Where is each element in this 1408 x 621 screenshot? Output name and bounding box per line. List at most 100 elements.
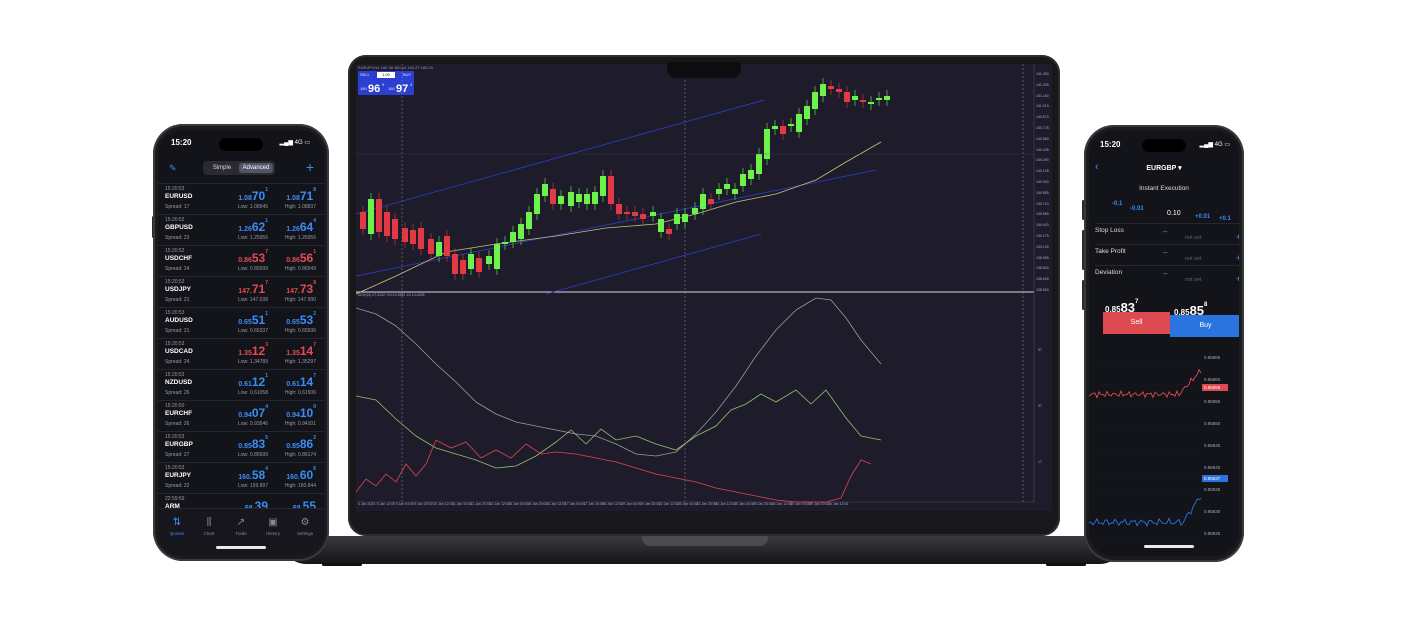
ask-price[interactable]: 0.94100 bbox=[286, 404, 316, 422]
ask-price[interactable]: 0.86561 bbox=[286, 249, 316, 267]
price-tick-label: 160.870 bbox=[1036, 115, 1049, 120]
sell-price-sup: 7 bbox=[1135, 299, 1139, 305]
ask-price[interactable]: 0.85862 bbox=[286, 435, 316, 453]
volume-value[interactable]: 0.10 bbox=[1167, 210, 1181, 217]
param-value[interactable]: not set bbox=[1185, 256, 1202, 262]
sell-button[interactable]: Sell bbox=[1103, 312, 1170, 334]
tick-chart[interactable] bbox=[1089, 341, 1239, 556]
decrease-button[interactable]: – bbox=[1163, 269, 1167, 278]
ask-sup: 2 bbox=[313, 311, 316, 317]
quote-row[interactable]: 15:20:52 GBPUSD Spread: 23 1.26621 1.26644 Lo… bbox=[158, 214, 324, 246]
candle-body bbox=[616, 204, 622, 214]
quote-row[interactable]: 15:20:53 USDJPY Spread: 21 147.717 147.738 Lo… bbox=[158, 276, 324, 308]
bid-price[interactable]: 0.86537 bbox=[238, 249, 268, 267]
camera-notch bbox=[667, 62, 741, 78]
order-param-row[interactable]: Deviation – not set + bbox=[1095, 265, 1239, 286]
volume-step-plus-0.01[interactable]: +0.01 bbox=[1195, 214, 1210, 220]
increase-button[interactable]: + bbox=[1236, 253, 1239, 263]
symbol-selector[interactable]: EURGBP ▾ bbox=[1089, 164, 1239, 172]
candle-body bbox=[748, 170, 754, 179]
quote-row[interactable]: 15:20:53 EURUSD Spread: 17 1.08701 1.08718 Lo… bbox=[158, 183, 324, 215]
ask-price[interactable]: 1.26644 bbox=[286, 218, 316, 236]
bid-prefix: 1.26 bbox=[238, 226, 252, 233]
candle-body bbox=[452, 254, 458, 274]
bid-big: 07 bbox=[251, 406, 266, 420]
volume-step-minus-0.1[interactable]: -0.1 bbox=[1112, 201, 1122, 207]
buy-button[interactable]: Buy bbox=[1170, 315, 1239, 337]
tab-trade[interactable]: ↗ Trade bbox=[226, 517, 256, 536]
candle-body bbox=[376, 199, 382, 232]
bid-price[interactable]: 147.717 bbox=[238, 280, 268, 298]
bid-prefix: 0.86 bbox=[238, 257, 252, 264]
execution-mode[interactable]: Instant Execution bbox=[1089, 185, 1239, 192]
volume-step-minus-0.01[interactable]: -0.01 bbox=[1130, 206, 1144, 212]
ask-prefix: 1.35 bbox=[286, 350, 300, 357]
quote-row[interactable]: 15:20:53 EURGBP Spread: 27 0.85835 0.85862 Lo… bbox=[158, 431, 324, 463]
candle-body bbox=[692, 208, 698, 214]
quote-row[interactable]: 15:20:53 NZDUSD Spread: 26 0.61121 0.61147 Lo… bbox=[158, 369, 324, 401]
edit-pencil-icon[interactable]: ✎ bbox=[169, 163, 177, 174]
tab-quotes[interactable]: ⇅ Quotes bbox=[162, 517, 192, 536]
param-value[interactable]: not set bbox=[1185, 235, 1202, 241]
quote-row[interactable]: 15:20:53 USDCAD Spread: 24 1.35123 1.35147 Lo… bbox=[158, 338, 324, 370]
bid-big: 12 bbox=[251, 344, 266, 358]
ask-price[interactable]: 0.61147 bbox=[286, 373, 316, 391]
quote-symbol: USDCAD bbox=[165, 348, 193, 355]
home-indicator[interactable] bbox=[216, 546, 266, 549]
quote-row[interactable]: 15:20:53 AUDUSD Spread: 21 0.65511 0.65532 Lo… bbox=[158, 307, 324, 339]
ask-price[interactable]: 1.35147 bbox=[286, 342, 316, 360]
ask-price[interactable]: 160.606 bbox=[286, 466, 316, 484]
ask-prefix: 1.26 bbox=[286, 226, 300, 233]
decrease-button[interactable]: – bbox=[1163, 227, 1167, 236]
ask-sup: 7 bbox=[313, 342, 316, 348]
quote-row[interactable]: 15:20:50 EURCHF Spread: 26 0.94074 0.94100 Lo… bbox=[158, 400, 324, 432]
time-tick-label: 4 Jan 2024 bbox=[358, 502, 376, 506]
bid-price[interactable]: 0.65511 bbox=[238, 311, 268, 329]
tab-history[interactable]: ▣ History bbox=[258, 517, 288, 536]
signal-icon: ▂▄▆ 4G ▭ bbox=[279, 140, 310, 146]
ask-price[interactable]: 1.08718 bbox=[286, 187, 316, 205]
chart-icon: ⫼ bbox=[206, 517, 212, 528]
bid-big: 70 bbox=[251, 189, 266, 203]
order-param-row[interactable]: Stop Loss – not set + bbox=[1095, 223, 1239, 244]
bid-price[interactable]: 0.61121 bbox=[238, 373, 268, 391]
price-tick-label: 158.840 bbox=[1036, 266, 1049, 271]
bid-price[interactable]: 1.35123 bbox=[238, 342, 268, 360]
add-symbol-plus-icon[interactable]: + bbox=[306, 159, 314, 175]
bid-prefix: 0.94 bbox=[238, 412, 252, 419]
increase-button[interactable]: + bbox=[1236, 274, 1239, 284]
candle-body bbox=[724, 184, 730, 189]
home-indicator[interactable] bbox=[1144, 545, 1194, 548]
bid-price[interactable]: 160.584 bbox=[238, 466, 268, 484]
candle-body bbox=[624, 212, 630, 214]
order-param-row[interactable]: Take Profit – not set + bbox=[1095, 244, 1239, 265]
candle-body bbox=[812, 92, 818, 109]
bid-prefix: 0.85 bbox=[238, 443, 252, 450]
ask-price[interactable]: 0.65532 bbox=[286, 311, 316, 329]
candle-body bbox=[608, 176, 614, 204]
decrease-button[interactable]: – bbox=[1163, 248, 1167, 257]
axis-tick-label: 0.85855 bbox=[1204, 399, 1221, 404]
mode-advanced[interactable]: Advanced bbox=[239, 163, 273, 173]
quote-row[interactable]: 15:20:52 USDCHF Spread: 24 0.86537 0.86561 Lo… bbox=[158, 245, 324, 277]
desktop-chart-window[interactable]: EURJPY,H4 160.38 160.44 160.27 160.29 SE… bbox=[356, 64, 1052, 511]
candle-body bbox=[764, 129, 770, 159]
quote-time: 22:59:59 bbox=[165, 496, 185, 502]
quote-row[interactable]: 15:20:53 EURJPY Spread: 22 160.584 160.606 Lo… bbox=[158, 462, 324, 494]
bid-price[interactable]: 0.85835 bbox=[238, 435, 268, 453]
time-tick-label: 11 Jan 20:00 bbox=[470, 502, 491, 506]
mode-segmented-control[interactable]: Simple Advanced bbox=[203, 161, 275, 175]
price-chart[interactable] bbox=[356, 64, 1052, 511]
ask-price[interactable]: 147.738 bbox=[286, 280, 316, 298]
bid-price[interactable]: 1.26621 bbox=[238, 218, 268, 236]
candle-body bbox=[650, 212, 656, 216]
tab-settings[interactable]: ⚙ Settings bbox=[290, 517, 320, 536]
increase-button[interactable]: + bbox=[1236, 232, 1239, 242]
mode-simple[interactable]: Simple bbox=[205, 163, 239, 173]
volume-step-plus-0.1[interactable]: +0.1 bbox=[1219, 216, 1231, 222]
bid-price[interactable]: 1.08701 bbox=[238, 187, 268, 205]
bid-price[interactable]: 0.94074 bbox=[238, 404, 268, 422]
status-time: 15:20 bbox=[171, 138, 192, 147]
tab-chart[interactable]: ⫼ Chart bbox=[194, 517, 224, 536]
param-value[interactable]: not set bbox=[1185, 277, 1202, 283]
